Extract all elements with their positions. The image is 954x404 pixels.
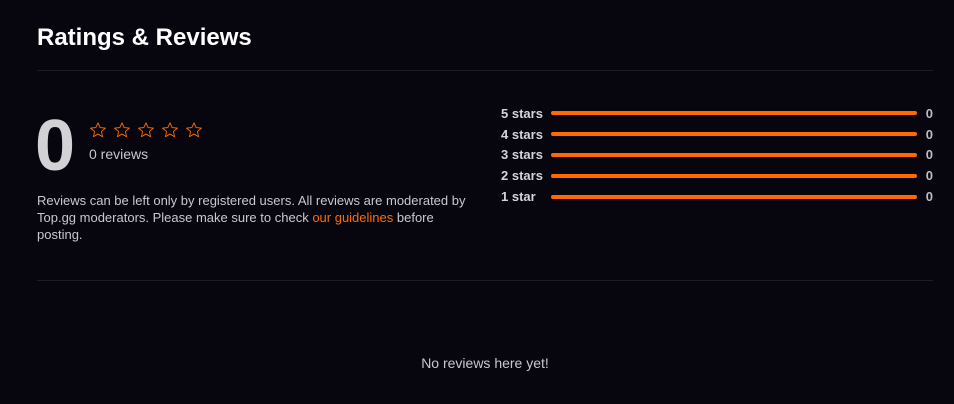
- breakdown-count: 0: [925, 126, 933, 142]
- breakdown-bar: [550, 173, 917, 178]
- breakdown-label: 5 stars: [501, 105, 543, 121]
- star-outline-icon: [186, 122, 202, 138]
- divider: [37, 70, 933, 71]
- breakdown-row: 5 stars 0: [501, 103, 933, 124]
- star-outline-icon: [114, 122, 130, 138]
- breakdown-bar: [550, 132, 917, 137]
- breakdown-bar: [550, 152, 917, 157]
- breakdown-label: 4 stars: [501, 126, 543, 142]
- breakdown-row: 3 stars 0: [501, 145, 933, 166]
- breakdown-row: 1 star 0: [501, 186, 933, 207]
- empty-state: No reviews here yet!: [421, 355, 549, 371]
- breakdown-bar: [550, 111, 917, 116]
- rating-breakdown: 5 stars 0 4 stars 0 3 stars 0 2 stars 0 1 st…: [501, 103, 933, 207]
- breakdown-label: 3 stars: [501, 147, 543, 163]
- star-outline-icon: [162, 122, 178, 138]
- breakdown-row: 4 stars 0: [501, 124, 933, 145]
- breakdown-count: 0: [925, 189, 933, 205]
- star-rating: [89, 121, 203, 139]
- star-outline-icon: [90, 122, 106, 138]
- star-outline-icon: [138, 122, 154, 138]
- review-count: 0 reviews: [89, 146, 149, 162]
- guidelines-link[interactable]: our guidelines: [312, 210, 393, 225]
- review-notice: Reviews can be left only by registered u…: [37, 192, 477, 243]
- breakdown-row: 2 stars 0: [501, 165, 933, 186]
- breakdown-label: 1 star: [501, 189, 536, 205]
- breakdown-label: 2 stars: [501, 168, 543, 184]
- divider: [37, 280, 933, 281]
- average-rating: 0: [35, 106, 76, 186]
- breakdown-count: 0: [925, 168, 933, 184]
- breakdown-bar: [550, 194, 917, 199]
- page-title: Ratings & Reviews: [37, 24, 252, 51]
- breakdown-count: 0: [925, 105, 933, 121]
- breakdown-count: 0: [925, 147, 933, 163]
